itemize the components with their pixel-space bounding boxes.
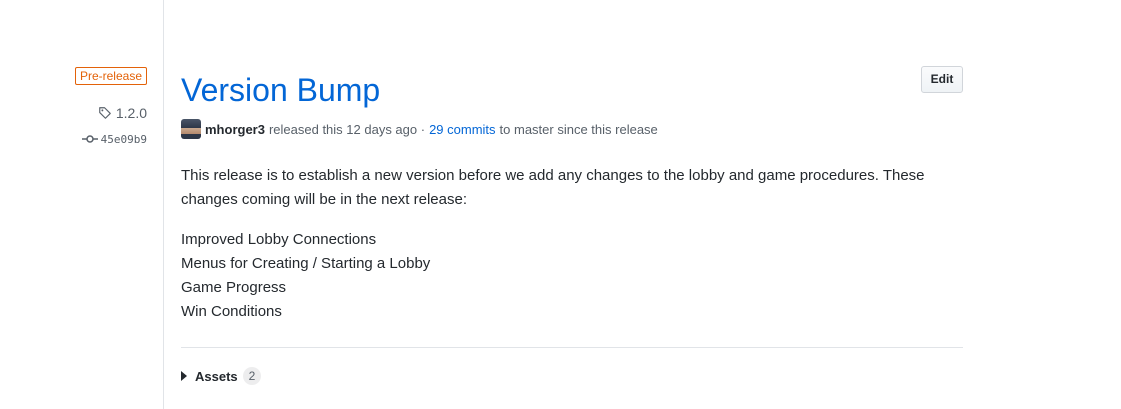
tag-icon bbox=[98, 106, 112, 120]
assets-label: Assets bbox=[195, 368, 238, 384]
changes-list: Improved Lobby Connections Menus for Cre… bbox=[181, 228, 963, 324]
pre-release-badge: Pre-release bbox=[74, 67, 147, 85]
timeline-divider bbox=[163, 0, 164, 409]
assets-toggle[interactable]: Assets 2 bbox=[181, 366, 262, 386]
release-meta-column: Pre-release 1.2.0 45e09b9 bbox=[0, 0, 147, 409]
edit-button[interactable]: Edit bbox=[921, 66, 963, 93]
release-tag[interactable]: 1.2.0 bbox=[98, 104, 147, 122]
list-item: Improved Lobby Connections bbox=[181, 231, 377, 248]
release-description: This release is to establish a new versi… bbox=[181, 167, 925, 208]
caret-right-icon bbox=[181, 371, 187, 381]
avatar[interactable] bbox=[181, 119, 201, 139]
list-item: Menus for Creating / Starting a Lobby bbox=[181, 255, 431, 272]
list-item: Game Progress bbox=[181, 279, 287, 296]
assets-count-badge: 2 bbox=[242, 367, 262, 385]
commits-suffix: to master since this release bbox=[499, 121, 658, 137]
git-commit-icon bbox=[81, 134, 98, 144]
tag-label: 1.2.0 bbox=[115, 105, 147, 121]
divider bbox=[181, 347, 963, 348]
commit-sha: 45e09b9 bbox=[100, 132, 147, 146]
released-text: released this 12 days ago · bbox=[268, 121, 426, 137]
release-entry: Version Bump Edit mhorger3 released this… bbox=[181, 0, 963, 409]
release-notes: This release is to establish a new versi… bbox=[181, 164, 963, 324]
release-commit[interactable]: 45e09b9 bbox=[81, 130, 147, 148]
author-link[interactable]: mhorger3 bbox=[205, 122, 265, 137]
release-byline: mhorger3 released this 12 days ago · 29 … bbox=[181, 119, 658, 139]
release-title[interactable]: Version Bump bbox=[181, 70, 380, 110]
commits-link[interactable]: 29 commits bbox=[429, 122, 495, 137]
list-item: Win Conditions bbox=[181, 303, 282, 320]
